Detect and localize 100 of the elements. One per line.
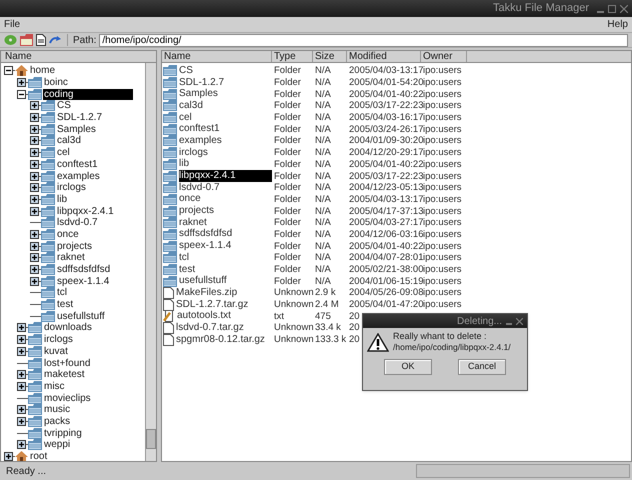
file-name[interactable]: MakeFiles.zip [176,286,272,299]
tree-item[interactable]: sdffsdsfdfsd [56,264,112,276]
tree-item[interactable]: kuvat [43,346,69,357]
tree-item[interactable]: lsdvd-0.7 [56,217,99,228]
file-name[interactable]: cal3d [179,100,272,112]
expand-toggle[interactable] [30,265,39,274]
file-name[interactable]: Samples [179,88,272,100]
file-name[interactable]: SDL-1.2.7 [179,76,272,89]
tree-item[interactable]: lost+found [43,358,92,369]
file-name[interactable]: cel [179,112,272,124]
expand-toggle[interactable] [30,183,39,192]
file-name[interactable]: sdffsdsfdfsd [179,228,272,240]
tree-item[interactable]: tvripping [43,428,83,439]
expand-toggle[interactable] [17,416,26,426]
file-name[interactable]: CS [179,64,272,77]
expand-toggle[interactable] [30,148,39,158]
column-header[interactable]: Owner [421,51,467,62]
column-header[interactable]: Type [272,51,313,62]
column-header[interactable]: Name [1,51,156,63]
tree-item[interactable]: libpqxx-2.4.1 [56,206,115,217]
tree-item[interactable]: downloads [43,322,93,334]
dialog-button[interactable]: Cancel [458,359,506,375]
expand-toggle[interactable] [30,136,39,146]
menu-item[interactable]: Help [607,17,628,32]
minimize-icon[interactable] [597,10,604,12]
expand-toggle[interactable] [30,206,39,216]
file-name[interactable]: projects [179,205,272,218]
expand-toggle[interactable] [30,124,39,134]
file-name[interactable]: spgmr08-0.12.tar.gz [176,334,272,346]
tree-item[interactable]: once [56,228,80,240]
path-field[interactable]: /home/ipo/coding/ [99,34,628,46]
expand-toggle[interactable] [30,253,39,262]
file-name[interactable]: raknet [179,216,272,229]
file-name[interactable]: irclogs [179,146,272,159]
dialog-button[interactable]: OK [384,359,432,375]
file-name[interactable]: lsdvd-0.7.tar.gz [176,322,272,334]
tree-item[interactable]: maketest [43,369,86,380]
file-name[interactable]: autotools.txt [177,310,272,322]
expand-toggle[interactable] [17,78,26,88]
tree-item[interactable]: lib [56,194,68,205]
expand-toggle[interactable] [17,370,26,380]
tree-item[interactable]: speex-1.1.4 [56,276,110,287]
close-icon[interactable] [516,318,523,324]
expand-toggle[interactable] [30,172,39,181]
tree-item[interactable]: music [43,404,72,416]
expand-toggle[interactable] [17,405,26,414]
tree-item[interactable]: boinc [43,77,69,88]
file-name[interactable]: examples [179,134,272,147]
tree-item[interactable]: cel [56,147,71,158]
column-header[interactable]: Name [162,51,272,62]
file-name[interactable]: speex-1.1.4 [179,240,272,252]
expand-toggle[interactable] [30,230,39,239]
tree-item[interactable]: movieclips [43,392,92,404]
expand-toggle[interactable] [30,101,39,110]
expand-toggle[interactable] [30,194,39,204]
close-icon[interactable] [620,4,628,12]
expand-toggle[interactable] [30,276,39,286]
file-name[interactable]: tcl [179,252,272,264]
maximize-icon[interactable] [608,4,616,12]
tree-item[interactable]: test [56,299,74,310]
tree-item[interactable]: coding [43,88,134,100]
tree-item[interactable]: projects [56,240,94,252]
tree-item[interactable]: misc [43,380,66,392]
tree-item[interactable]: examples [56,170,101,182]
tree-item[interactable]: conftest1 [56,158,99,170]
document-icon[interactable] [36,34,46,46]
tree-item[interactable]: packs [43,416,72,427]
file-name[interactable]: lib [179,158,272,170]
tree-item[interactable]: Samples [56,124,97,135]
column-header[interactable]: Size [313,51,347,62]
expand-toggle[interactable] [17,382,26,391]
tree-item[interactable]: raknet [56,252,86,264]
file-name[interactable]: test [179,264,272,276]
tree-item[interactable]: CS [56,100,72,112]
expand-toggle[interactable] [17,440,26,450]
file-name[interactable]: libpqxx-2.4.1 [179,170,272,182]
file-name[interactable]: conftest1 [179,123,272,136]
tree-item[interactable]: SDL-1.2.7 [56,112,104,124]
collapse-toggle[interactable] [17,90,26,99]
expand-toggle[interactable] [17,346,26,356]
collapse-toggle[interactable] [4,66,13,76]
tree-item[interactable]: tcl [56,287,68,298]
expand-toggle[interactable] [30,113,39,122]
tree-item[interactable]: usefullstuff [56,310,106,322]
expand-toggle[interactable] [4,452,13,461]
expand-toggle[interactable] [30,242,39,251]
folder-icon[interactable] [20,34,33,46]
expand-toggle[interactable] [17,335,26,344]
tree-item[interactable]: weppi [43,439,72,450]
file-name[interactable]: usefullstuff [179,275,272,288]
scrollbar[interactable] [145,63,156,461]
menu-item[interactable]: File [4,17,20,32]
expand-toggle[interactable] [30,160,39,169]
file-name[interactable]: once [179,193,272,206]
tree-item[interactable]: irclogs [56,182,87,194]
file-name[interactable]: lsdvd-0.7 [179,182,272,194]
column-header[interactable]: Modified [347,51,421,62]
expand-toggle[interactable] [17,323,26,332]
tree-item[interactable]: root [29,451,48,461]
tree-item[interactable]: irclogs [43,334,74,346]
